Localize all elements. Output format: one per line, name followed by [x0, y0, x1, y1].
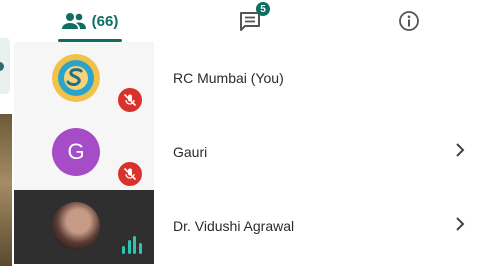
people-count: (66) [91, 12, 119, 30]
info-icon [399, 11, 419, 31]
speaking-indicator-icon [122, 234, 142, 254]
participant-row[interactable]: G Gauri [14, 116, 485, 190]
chat-unread-badge: 5 [256, 2, 270, 16]
participant-row[interactable]: RC Mumbai (You) [14, 42, 485, 116]
participant-list: RC Mumbai (You) G Gauri Dr. Vidushi Agra… [14, 42, 485, 266]
tab-info[interactable] [394, 0, 424, 42]
avatar-column [14, 42, 154, 116]
tab-chat[interactable]: 5 [230, 0, 270, 42]
avatar-column: G [14, 116, 154, 190]
mic-muted-icon [118, 162, 142, 186]
chevron-right-icon[interactable] [454, 142, 468, 162]
left-panel-edge [0, 0, 14, 266]
avatar-column [14, 190, 154, 264]
participant-name: RC Mumbai (You) [173, 70, 284, 86]
chevron-right-icon[interactable] [454, 216, 468, 236]
people-icon [61, 13, 86, 29]
avatar-photo [52, 202, 100, 250]
participant-name: Gauri [173, 144, 208, 160]
avatar [52, 54, 100, 102]
mic-muted-icon [118, 88, 142, 112]
org-logo-icon [52, 54, 100, 102]
participant-row[interactable]: Dr. Vidushi Agrawal [14, 190, 485, 264]
participant-name: Dr. Vidushi Agrawal [173, 218, 295, 234]
left-video-edge [0, 114, 12, 266]
panel-tabs: (66) 5 [14, 0, 485, 43]
avatar: G [52, 128, 100, 176]
tab-people[interactable]: (66) [52, 0, 128, 42]
